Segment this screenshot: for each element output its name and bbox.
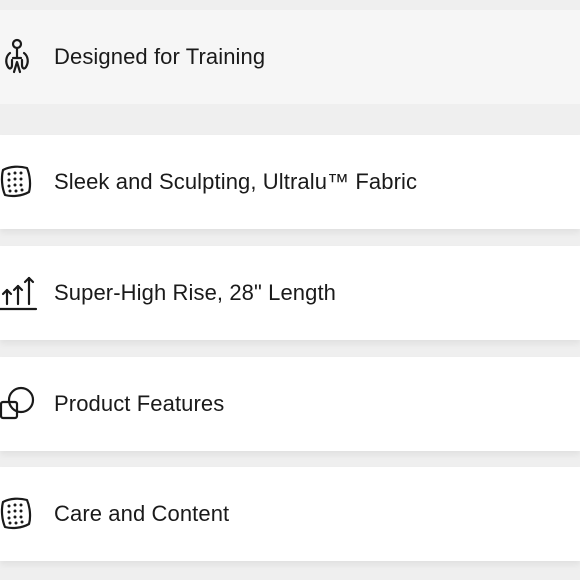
feature-label: Sleek and Sculpting, Ultralu™ Fabric: [54, 169, 418, 194]
product-features-icon: [0, 383, 38, 425]
fabric-swatch-icon: [0, 493, 38, 535]
feature-label: Super-High Rise, 28" Length: [54, 280, 337, 305]
feature-item-care-and-content[interactable]: Care and Content: [0, 467, 580, 561]
feature-item-ultralu-fabric[interactable]: Sleek and Sculpting, Ultralu™ Fabric: [0, 135, 580, 229]
feature-item-super-high-rise[interactable]: Super-High Rise, 28" Length: [0, 246, 580, 340]
feature-label: Product Features: [54, 391, 225, 416]
feature-label: Care and Content: [54, 501, 230, 526]
rise-arrows-icon: [0, 272, 38, 314]
feature-label: Designed for Training: [54, 44, 266, 69]
fabric-swatch-icon: [0, 161, 38, 203]
training-person-icon: [0, 36, 38, 78]
feature-item-designed-for-training[interactable]: Designed for Training: [0, 10, 580, 104]
feature-item-product-features[interactable]: Product Features: [0, 357, 580, 451]
